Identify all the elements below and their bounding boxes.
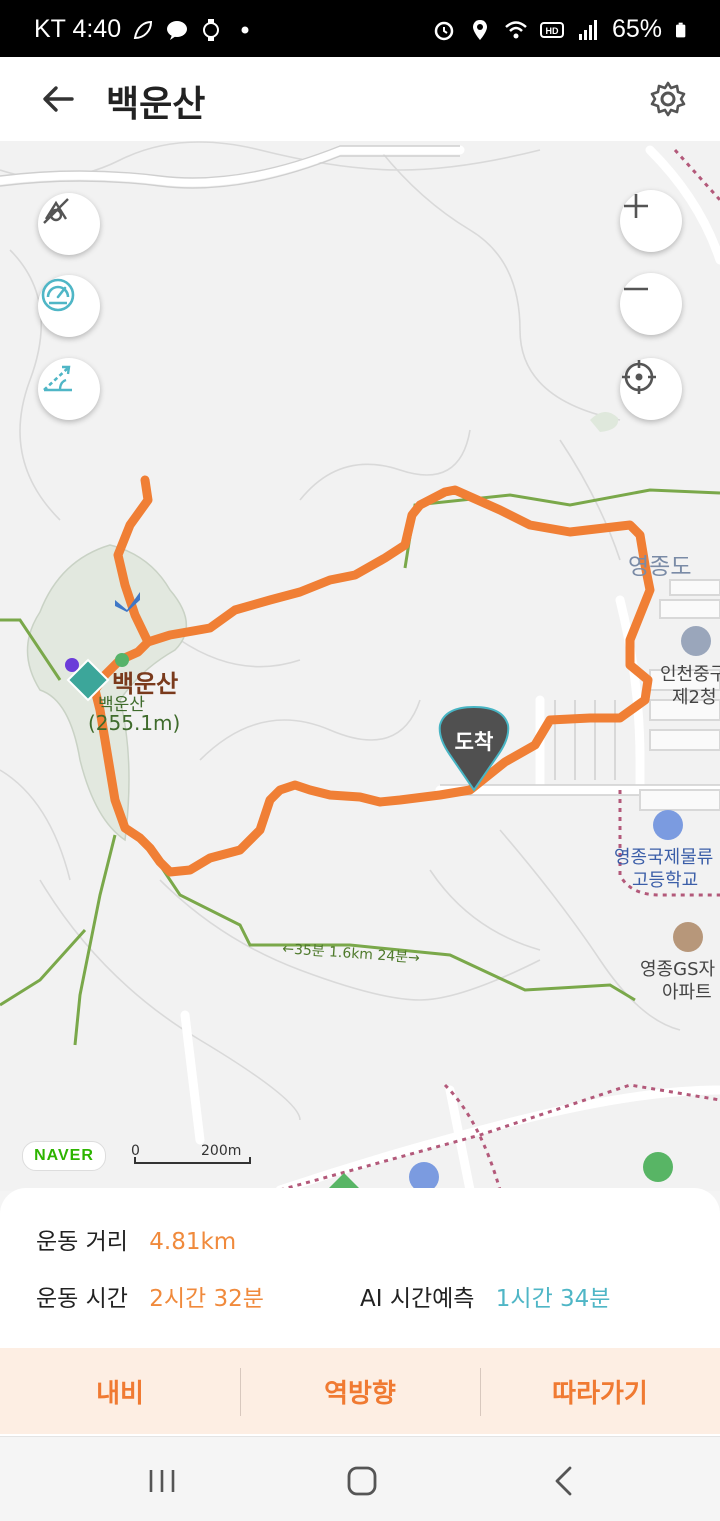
navi-button[interactable]: 내비 <box>0 1348 240 1434</box>
time-label: 운동 시간 <box>36 1286 128 1312</box>
speed-button[interactable] <box>38 275 100 337</box>
app-header: 백운산 <box>0 57 720 141</box>
map-view[interactable]: 백운산 백운산 (255.1m) 영종도 인천중구 제2청 영종국제물류 고등학… <box>0 141 720 1191</box>
hd-icon: HD <box>539 21 564 38</box>
route-path <box>90 475 655 877</box>
carrier-time: KT 4:40 <box>34 15 122 43</box>
ai-time-value: 1시간 34분 <box>495 1286 611 1312</box>
government-poi-icon <box>681 626 711 656</box>
location-icon <box>472 19 487 40</box>
poi-label-school-2: 고등학교 <box>632 870 698 891</box>
zoom-in-button[interactable] <box>620 190 682 252</box>
poi-label-incheon-2: 제2청 <box>672 687 717 708</box>
dot-icon <box>241 26 249 33</box>
map-canvas: 백운산 백운산 (255.1m) 영종도 인천중구 제2청 영종국제물류 고등학… <box>0 141 720 1191</box>
battery-icon <box>676 22 686 37</box>
distance-label: 운동 거리 <box>36 1229 128 1255</box>
poi-label-apt-2: 아파트 <box>662 982 712 1003</box>
time-value: 2시간 32분 <box>149 1286 264 1312</box>
poi-label-school: 영종국제물류 <box>614 847 713 868</box>
status-bar: KT 4:40 HD 65% <box>0 0 720 57</box>
poi-label-incheon: 인천중구 <box>660 664 720 685</box>
back-icon[interactable] <box>546 1463 582 1499</box>
track-toggle-button[interactable] <box>38 193 100 255</box>
page-title: 백운산 <box>106 84 206 125</box>
gear-icon[interactable] <box>648 79 688 119</box>
slope-button[interactable] <box>38 358 100 420</box>
recent-apps-icon[interactable] <box>144 1463 180 1499</box>
follow-button[interactable]: 따라가기 <box>480 1348 720 1434</box>
area-label: 영종도 <box>628 554 691 580</box>
arrival-label: 도착 <box>455 730 494 754</box>
action-bar: 내비 역방향 따라가기 <box>0 1348 720 1434</box>
locate-icon <box>622 360 656 394</box>
poi-label-apt: 영종GS자 <box>640 959 715 980</box>
scale-label: 200m <box>201 1143 241 1159</box>
ai-time-label: AI 시간예측 <box>360 1286 475 1312</box>
track-off-icon <box>43 198 69 224</box>
slope-icon <box>43 365 72 392</box>
scale-zero: 0 <box>131 1143 140 1159</box>
peak-elevation: (255.1m) <box>88 711 180 735</box>
naver-logo: NAVER <box>22 1141 106 1171</box>
arrow-left-icon[interactable] <box>38 79 78 119</box>
trail-info-label: ←35분 1.6km 24분→ <box>282 941 421 967</box>
peak-label: 백운산 <box>112 670 178 698</box>
apartment-poi-icon <box>673 922 703 952</box>
park-poi-icon <box>643 1152 673 1182</box>
wifi-icon <box>505 20 527 38</box>
zoom-out-button[interactable] <box>620 273 682 335</box>
zoom-in-icon <box>624 194 648 218</box>
watch-icon <box>203 18 220 41</box>
school-poi-icon <box>653 810 683 840</box>
talk-icon <box>167 20 188 40</box>
battery-percent: 65% <box>611 15 662 43</box>
signal-icon <box>578 19 597 40</box>
zoom-out-icon <box>624 287 648 291</box>
leaf-icon <box>133 20 153 39</box>
home-icon[interactable] <box>344 1463 380 1499</box>
school-poi-icon-2 <box>409 1162 439 1191</box>
locate-button[interactable] <box>620 358 682 420</box>
svg-text:HD: HD <box>545 26 558 36</box>
reverse-button[interactable]: 역방향 <box>240 1348 480 1434</box>
speedometer-icon <box>41 278 75 312</box>
distance-value: 4.81km <box>149 1229 237 1255</box>
alarm-icon <box>434 21 454 40</box>
system-nav-bar <box>0 1436 720 1521</box>
